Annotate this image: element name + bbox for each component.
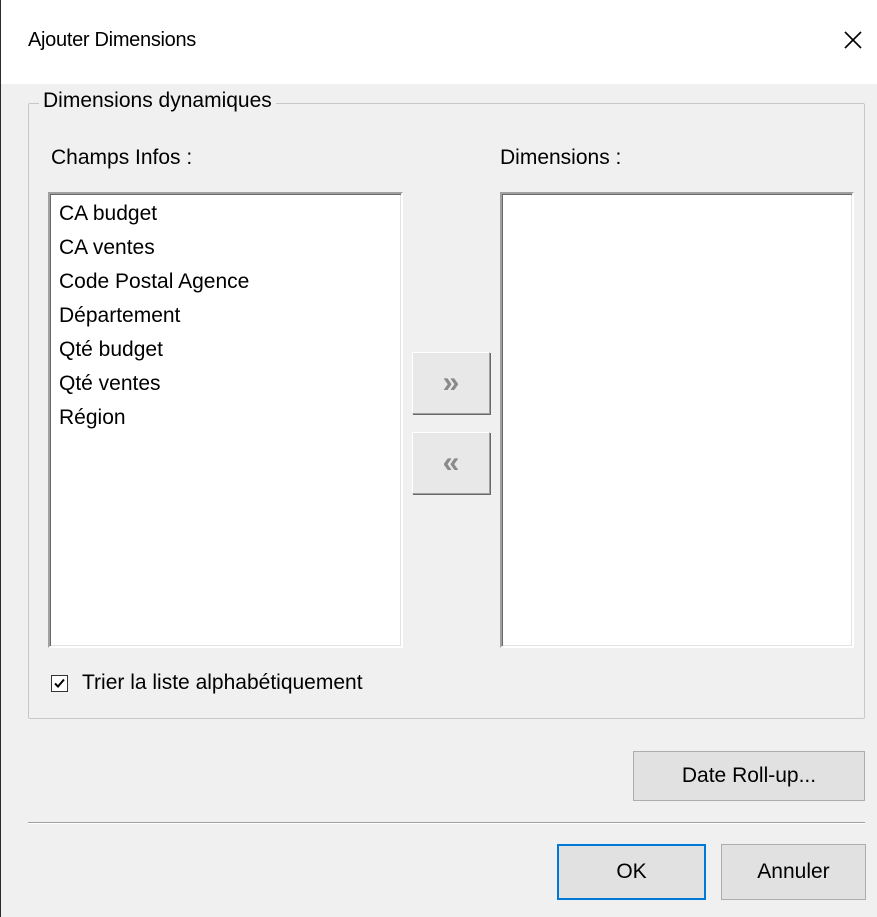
group-title: Dimensions dynamiques <box>39 89 276 113</box>
close-icon <box>831 18 875 62</box>
double-chevron-right-icon: » <box>442 366 460 399</box>
sort-alphabetically-option[interactable]: Trier la liste alphabétiquement <box>51 671 363 695</box>
target-items-container <box>502 194 852 197</box>
add-dimensions-dialog: Ajouter Dimensions Dimensions dynamiques… <box>0 0 877 917</box>
list-item[interactable]: Qté budget <box>50 333 401 367</box>
list-item[interactable]: CA budget <box>50 197 401 231</box>
list-item[interactable]: Région <box>50 401 401 435</box>
window-title: Ajouter Dimensions <box>28 29 197 51</box>
list-item[interactable]: Qté ventes <box>50 367 401 401</box>
target-list-label: Dimensions : <box>500 146 622 169</box>
list-item[interactable]: CA ventes <box>50 231 401 265</box>
checkmark-icon <box>54 678 65 688</box>
source-items-container: CA budget CA ventes Code Postal Agence Dépa… <box>50 194 401 435</box>
cancel-button[interactable]: Annuler <box>721 844 866 900</box>
double-chevron-left-icon: « <box>442 446 460 479</box>
source-list-label: Champs Infos : <box>51 146 193 169</box>
add-dimension-button[interactable]: » <box>412 352 490 414</box>
footer-separator <box>28 822 865 824</box>
ok-button[interactable]: OK <box>557 844 706 900</box>
sort-alphabetically-label: Trier la liste alphabétiquement <box>82 671 363 694</box>
dimensions-listbox[interactable] <box>500 192 854 648</box>
list-item[interactable]: Département <box>50 299 401 333</box>
list-item[interactable]: Code Postal Agence <box>50 265 401 299</box>
close-button[interactable] <box>831 18 875 62</box>
source-fields-listbox[interactable]: CA budget CA ventes Code Postal Agence Dépa… <box>48 192 403 648</box>
date-rollup-button[interactable]: Date Roll-up... <box>633 751 865 801</box>
sort-alphabetically-checkbox[interactable] <box>51 674 68 692</box>
remove-dimension-button[interactable]: « <box>412 432 490 494</box>
date-rollup-label: Date Roll-up... <box>681 764 817 787</box>
title-bar[interactable]: Ajouter Dimensions <box>1 0 877 84</box>
ok-label: OK <box>616 860 647 883</box>
cancel-label: Annuler <box>757 860 830 883</box>
